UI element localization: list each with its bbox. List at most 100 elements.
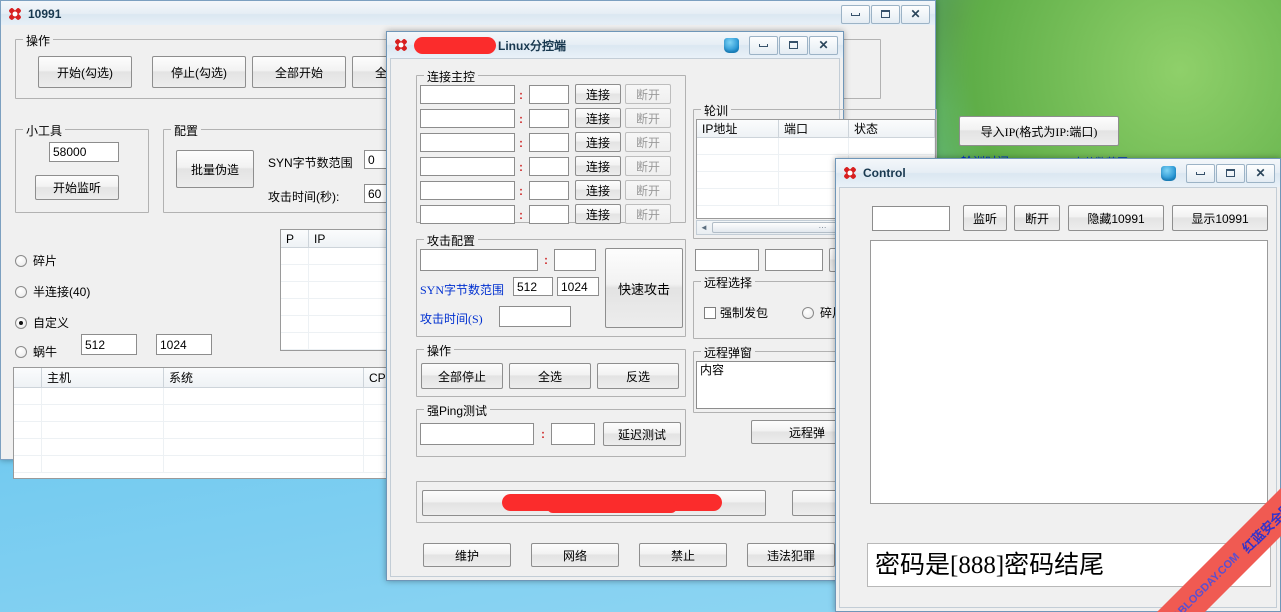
control-log-area[interactable] xyxy=(870,240,1268,504)
ping-port-input[interactable] xyxy=(551,423,595,445)
ping-host-input[interactable] xyxy=(420,423,534,445)
master-host-input[interactable] xyxy=(420,109,515,128)
illegal-crime-button[interactable]: 违法犯罪 xyxy=(747,543,835,567)
mode-radio-custom[interactable]: 自定义 xyxy=(15,314,69,331)
master-host-input[interactable] xyxy=(420,205,515,224)
disconnect-button[interactable]: 断开 xyxy=(625,180,671,200)
snail-max-input[interactable]: 1024 xyxy=(156,334,212,355)
ip-listview-col-p[interactable]: P xyxy=(281,230,309,247)
mode-radio-fragment[interactable]: 碎片 xyxy=(15,252,57,269)
main-window-titlebar[interactable]: 10991 ✕ xyxy=(1,1,935,27)
syn-range-label: SYN字节数范围 xyxy=(268,156,353,170)
master-port-input[interactable] xyxy=(529,205,569,224)
hide-10991-button[interactable]: 隐藏10991 xyxy=(1068,205,1164,231)
close-button[interactable]: ✕ xyxy=(809,35,838,55)
disconnect-button[interactable]: 断开 xyxy=(625,132,671,152)
linux-control-window[interactable]: Linux分控端 ✕ 连接主控 : 连接 断开 : 连接 断开 : 连接 断开 xyxy=(386,31,1128,581)
quick-attack-button[interactable]: 快速攻击 xyxy=(605,248,683,328)
connect-button[interactable]: 连接 xyxy=(575,204,621,224)
mode-radio-snail[interactable]: 蜗牛 xyxy=(15,343,57,360)
master-port-input[interactable] xyxy=(529,109,569,128)
disconnect-button[interactable]: 断开 xyxy=(625,108,671,128)
separator-colon: : xyxy=(519,208,523,222)
disconnect-button[interactable]: 断开 xyxy=(625,204,671,224)
start-selected-button[interactable]: 开始(勾选) xyxy=(38,56,132,88)
host-table-col-check[interactable] xyxy=(14,368,42,387)
syn-range-label: SYN字节数范围 xyxy=(420,283,505,297)
master-host-input[interactable] xyxy=(420,181,515,200)
forbid-button[interactable]: 禁止 xyxy=(639,543,727,567)
master-host-input[interactable] xyxy=(420,85,515,104)
connect-button[interactable]: 连接 xyxy=(575,108,621,128)
minimize-button[interactable] xyxy=(1186,163,1215,183)
polling-field-1[interactable] xyxy=(695,249,759,271)
network-button[interactable]: 网络 xyxy=(531,543,619,567)
minimize-icon xyxy=(759,43,768,47)
maintenance-button[interactable]: 维护 xyxy=(423,543,511,567)
latency-test-button[interactable]: 延迟测试 xyxy=(603,422,681,446)
disconnect-button[interactable]: 断开 xyxy=(625,156,671,176)
control-window-controls[interactable]: ✕ xyxy=(1186,163,1278,183)
close-button[interactable]: ✕ xyxy=(1246,163,1275,183)
disconnect-button[interactable]: 断开 xyxy=(1014,205,1060,231)
syn-max-input[interactable]: 1024 xyxy=(557,277,599,296)
attack-time-label: 攻击时间(S) xyxy=(420,312,483,326)
master-host-input[interactable] xyxy=(420,157,515,176)
minimize-button[interactable] xyxy=(749,35,778,55)
connect-button[interactable]: 连接 xyxy=(575,132,621,152)
polling-col-status[interactable]: 状态 xyxy=(849,120,935,137)
listen-button[interactable]: 监听 xyxy=(963,205,1007,231)
stop-selected-button[interactable]: 停止(勾选) xyxy=(152,56,246,88)
master-port-input[interactable] xyxy=(529,157,569,176)
master-port-input[interactable] xyxy=(529,133,569,152)
syn-min-input[interactable]: 512 xyxy=(513,277,553,296)
host-table-col-system[interactable]: 系统 xyxy=(164,368,364,387)
close-button[interactable]: ✕ xyxy=(901,4,930,24)
main-window-controls[interactable]: ✕ xyxy=(841,4,933,24)
master-host-input[interactable] xyxy=(420,133,515,152)
select-all-button[interactable]: 全选 xyxy=(509,363,591,389)
control-port-input[interactable] xyxy=(872,206,950,231)
minimize-button[interactable] xyxy=(841,4,870,24)
separator-colon: : xyxy=(541,427,545,441)
polling-col-ip[interactable]: IP地址 xyxy=(697,120,779,137)
master-port-input[interactable] xyxy=(529,85,569,104)
connect-button[interactable]: 连接 xyxy=(575,156,621,176)
control-window[interactable]: Control ✕ 监听 断开 隐藏10991 显示10991 密码是[888]… xyxy=(835,158,1281,612)
linux-window-controls[interactable]: ✕ xyxy=(749,35,841,55)
control-status-field[interactable]: 密码是[888]密码结尾 xyxy=(867,543,1271,587)
maximize-button[interactable] xyxy=(1216,163,1245,183)
linux-window-titlebar[interactable]: Linux分控端 ✕ xyxy=(387,32,843,58)
scroll-left-icon[interactable]: ◄ xyxy=(697,223,711,232)
force-packet-checkbox[interactable]: 强制发包 xyxy=(704,304,768,321)
mode-radio-halfconn[interactable]: 半连接(40) xyxy=(15,283,90,300)
batch-forge-button[interactable]: 批量伪造 xyxy=(176,150,254,188)
tool-port-input[interactable]: 58000 xyxy=(49,142,119,162)
stop-all-button[interactable]: 全部停止 xyxy=(421,363,503,389)
connect-button[interactable]: 连接 xyxy=(575,84,621,104)
attack-port-input[interactable] xyxy=(554,249,596,271)
close-icon: ✕ xyxy=(1255,166,1266,180)
close-icon: ✕ xyxy=(818,38,829,52)
start-listen-button[interactable]: 开始监听 xyxy=(35,175,119,200)
import-ip-button[interactable]: 导入IP(格式为IP:端口) xyxy=(959,116,1119,146)
control-window-titlebar[interactable]: Control ✕ xyxy=(836,159,1280,187)
show-10991-button[interactable]: 显示10991 xyxy=(1172,205,1268,231)
table-row[interactable] xyxy=(697,138,935,155)
master-port-input[interactable] xyxy=(529,181,569,200)
cell xyxy=(164,422,364,438)
disconnect-button[interactable]: 断开 xyxy=(625,84,671,104)
snail-min-input[interactable]: 512 xyxy=(81,334,137,355)
invert-select-button[interactable]: 反选 xyxy=(597,363,679,389)
polling-field-2[interactable] xyxy=(765,249,823,271)
separator-colon: : xyxy=(519,136,523,150)
maximize-button[interactable] xyxy=(779,35,808,55)
attack-time-input[interactable] xyxy=(499,306,571,327)
tools-group-label: 小工具 xyxy=(23,122,66,139)
attack-target-input[interactable] xyxy=(420,249,538,271)
polling-col-port[interactable]: 端口 xyxy=(779,120,849,137)
connect-button[interactable]: 连接 xyxy=(575,180,621,200)
host-table-col-host[interactable]: 主机 xyxy=(42,368,164,387)
start-all-button[interactable]: 全部开始 xyxy=(252,56,346,88)
maximize-button[interactable] xyxy=(871,4,900,24)
